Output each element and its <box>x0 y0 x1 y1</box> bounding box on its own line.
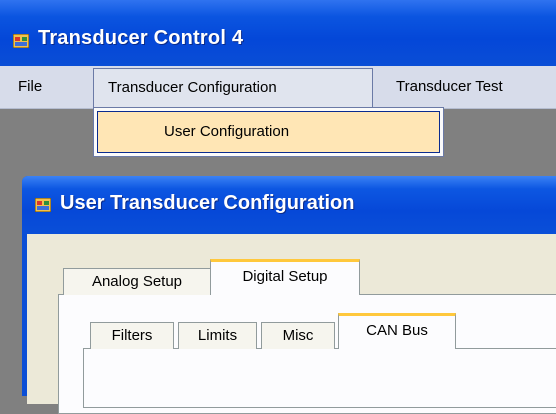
tab-limits[interactable]: Limits <box>178 322 257 349</box>
tab-misc[interactable]: Misc <box>261 322 335 349</box>
child-window-body: Analog Setup Digital Setup Filters Limit… <box>27 234 556 414</box>
app-window-icon <box>13 34 29 48</box>
menu-file[interactable]: File <box>18 66 42 108</box>
tab-filters[interactable]: Filters <box>90 322 174 349</box>
transducer-configuration-dropdown: User Configuration <box>93 107 444 157</box>
menu-transducer-test[interactable]: Transducer Test <box>396 66 503 108</box>
app-title-bar[interactable]: Transducer Control 4 <box>0 0 556 66</box>
child-window-title: User Transducer Configuration <box>60 192 355 214</box>
menu-transducer-configuration[interactable]: Transducer Configuration <box>93 68 373 108</box>
child-title-bar[interactable]: User Transducer Configuration <box>22 176 556 234</box>
menu-bar: File Transducer Configuration Transducer… <box>0 66 556 109</box>
tab-can-bus[interactable]: CAN Bus <box>338 313 456 349</box>
app-title: Transducer Control 4 <box>38 27 244 49</box>
user-transducer-configuration-window: User Transducer Configuration Analog Set… <box>22 176 556 414</box>
tab-analog-setup[interactable]: Analog Setup <box>63 268 211 295</box>
tab-digital-setup[interactable]: Digital Setup <box>210 259 360 295</box>
can-bus-panel <box>83 348 556 408</box>
menu-item-user-configuration[interactable]: User Configuration <box>97 111 440 153</box>
app-window-icon <box>35 198 51 212</box>
